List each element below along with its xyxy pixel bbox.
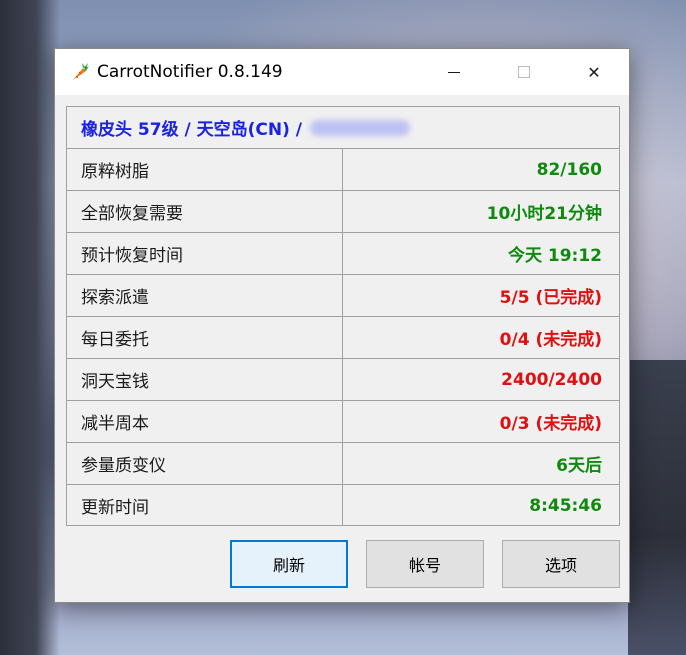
- row-value: 今天 19:12: [507, 246, 602, 266]
- rock-right-background: [628, 360, 686, 655]
- status-table: 原粹树脂 82/160 全部恢复需要 10小时21分钟 预计恢复时间 今天 19…: [67, 149, 619, 527]
- table-row: 全部恢复需要 10小时21分钟: [67, 191, 619, 233]
- account-header: 橡皮头 57级 / 天空岛(CN) /: [67, 107, 619, 149]
- account-button[interactable]: 帐号: [366, 540, 484, 588]
- rock-left-background: [0, 0, 60, 655]
- close-icon: ✕: [587, 62, 601, 82]
- row-value: 8:45:46: [529, 495, 602, 516]
- app-window: CarrotNotifier 0.8.149 ✕ 橡皮头 57级 / 天空岛(C…: [54, 48, 630, 603]
- redacted-uid: [310, 119, 410, 136]
- row-value: 2400/2400: [501, 369, 602, 390]
- column-divider: [342, 317, 343, 358]
- row-value: 82/160: [536, 159, 602, 180]
- column-divider: [342, 443, 343, 484]
- table-row: 原粹树脂 82/160: [67, 149, 619, 191]
- column-divider: [342, 359, 343, 400]
- row-value: 5/5 (已完成): [499, 288, 602, 308]
- table-row: 参量质变仪 6天后: [67, 443, 619, 485]
- window-title: CarrotNotifier 0.8.149: [97, 62, 283, 82]
- row-label: 原粹树脂: [81, 162, 149, 182]
- row-value: 0/4 (未完成): [499, 330, 602, 350]
- minimize-button[interactable]: [431, 49, 477, 95]
- table-row: 减半周本 0/3 (未完成): [67, 401, 619, 443]
- refresh-button[interactable]: 刷新: [230, 540, 348, 588]
- row-value: 10小时21分钟: [486, 204, 602, 224]
- row-value: 6天后: [556, 456, 602, 476]
- carrot-icon: [73, 63, 89, 80]
- column-divider: [342, 275, 343, 316]
- column-divider: [342, 233, 343, 274]
- table-row: 洞天宝钱 2400/2400: [67, 359, 619, 401]
- options-button[interactable]: 选项: [502, 540, 620, 588]
- title-bar[interactable]: CarrotNotifier 0.8.149 ✕: [55, 49, 629, 95]
- column-divider: [342, 149, 343, 190]
- maximize-button[interactable]: [501, 49, 547, 95]
- column-divider: [342, 485, 343, 526]
- row-label: 预计恢复时间: [81, 246, 183, 266]
- column-divider: [342, 191, 343, 232]
- row-label: 洞天宝钱: [81, 372, 149, 392]
- table-row: 每日委托 0/4 (未完成): [67, 317, 619, 359]
- row-label: 探索派遣: [81, 288, 149, 308]
- minimize-icon: [448, 71, 460, 73]
- row-label: 每日委托: [81, 330, 149, 350]
- table-row: 探索派遣 5/5 (已完成): [67, 275, 619, 317]
- row-value: 0/3 (未完成): [499, 414, 602, 434]
- table-row: 预计恢复时间 今天 19:12: [67, 233, 619, 275]
- row-label: 更新时间: [81, 498, 149, 518]
- table-row: 更新时间 8:45:46: [67, 485, 619, 527]
- row-label: 减半周本: [81, 414, 149, 434]
- row-label: 全部恢复需要: [81, 204, 183, 224]
- status-panel: 橡皮头 57级 / 天空岛(CN) / 原粹树脂 82/160 全部恢复需要 1…: [66, 106, 620, 526]
- maximize-icon: [518, 66, 530, 78]
- close-button[interactable]: ✕: [571, 49, 617, 95]
- row-label: 参量质变仪: [81, 456, 166, 476]
- column-divider: [342, 401, 343, 442]
- account-header-text: 橡皮头 57级 / 天空岛(CN) /: [81, 120, 302, 140]
